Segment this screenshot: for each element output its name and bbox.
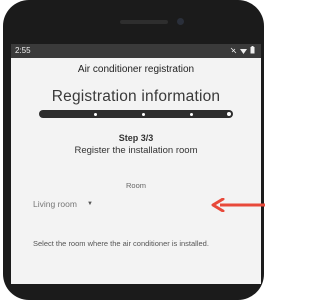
progress-dot — [94, 112, 97, 116]
mute-icon — [230, 47, 237, 54]
status-bar: 2:55 — [11, 44, 261, 58]
front-camera-icon — [177, 18, 184, 25]
app-content: Air conditioner registration Registratio… — [11, 58, 261, 284]
phone-screen: 2:55 Air conditioner registration Regist… — [11, 44, 261, 284]
status-time: 2:55 — [15, 46, 31, 55]
status-icons — [230, 46, 255, 54]
step-progress-bar — [39, 110, 233, 118]
progress-end-marker — [226, 111, 232, 117]
step-indicator: Step 3/3 — [118, 133, 154, 143]
room-field-label: Room — [125, 181, 146, 190]
progress-dot — [142, 112, 145, 116]
progress-dot — [190, 112, 193, 116]
helper-text: Select the room where the air conditione… — [33, 239, 209, 248]
section-heading: Registration information — [51, 88, 221, 105]
step-subtitle: Register the installation room — [74, 145, 198, 156]
phone-frame: 2:55 Air conditioner registration Regist… — [3, 0, 264, 300]
room-dropdown[interactable]: Living room ▼ — [33, 199, 93, 209]
chevron-down-icon: ▼ — [86, 201, 93, 207]
annotation-arrow-icon — [211, 198, 265, 212]
room-dropdown-value: Living room — [33, 199, 77, 209]
battery-icon — [250, 46, 255, 54]
page-title: Air conditioner registration — [77, 64, 195, 75]
speaker-grille — [120, 20, 168, 24]
wifi-icon — [240, 47, 247, 54]
